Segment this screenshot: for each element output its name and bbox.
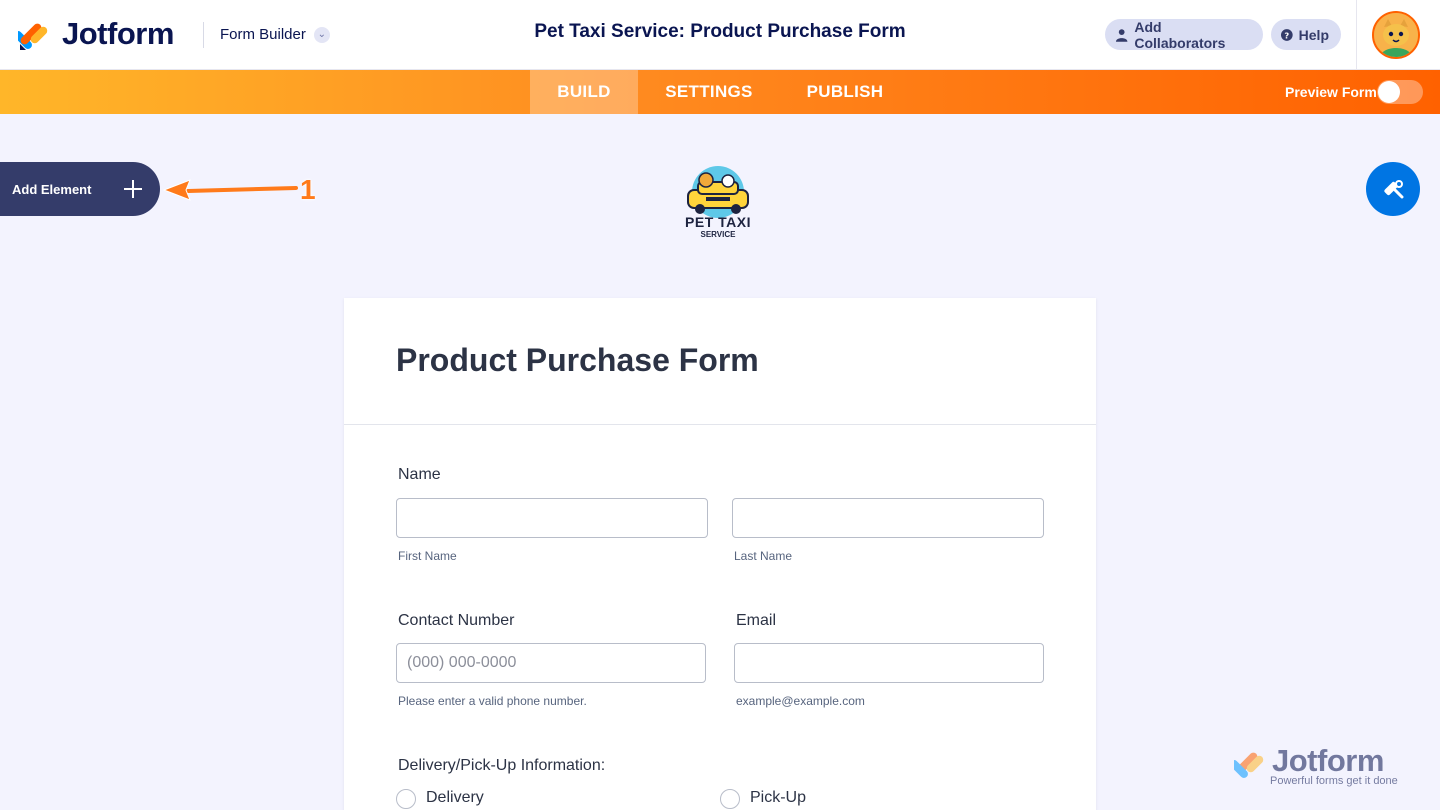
chevron-down-icon: ⌄ (313, 26, 330, 43)
header-divider (203, 22, 204, 48)
pickup-option-label[interactable]: Pick-Up (750, 789, 806, 807)
avatar[interactable] (1372, 11, 1420, 59)
tab-settings[interactable]: SETTINGS (650, 70, 768, 114)
help-label: Help (1298, 26, 1329, 43)
watermark-brand: Jotform (1272, 743, 1384, 778)
header-divider-right (1356, 0, 1357, 70)
jotform-watermark-icon (1234, 752, 1264, 778)
pet-taxi-logo: PET TAXI SERVICE (676, 164, 760, 244)
delivery-option-label[interactable]: Delivery (426, 789, 484, 807)
annotation-arrow-icon (162, 179, 298, 201)
form-header: Product Purchase Form (344, 298, 1096, 425)
email-input[interactable] (734, 643, 1044, 683)
user-icon (1115, 28, 1128, 42)
first-name-sublabel: First Name (398, 549, 457, 563)
form-builder-label: Form Builder (220, 26, 306, 43)
add-element-label: Add Element (12, 181, 92, 197)
last-name-sublabel: Last Name (734, 549, 793, 563)
jotform-logo-text: Jotform (62, 16, 174, 51)
contact-number-label: Contact Number (398, 612, 515, 629)
name-label: Name (398, 466, 441, 483)
pet-taxi-logo-text: PET TAXI (685, 214, 751, 230)
pickup-radio[interactable] (720, 789, 740, 809)
add-collaborators-label: Add Collaborators (1134, 18, 1226, 51)
paint-roller-icon (1384, 180, 1404, 199)
pet-taxi-logo-subtext: SERVICE (700, 230, 736, 239)
tab-build[interactable]: BUILD (530, 70, 638, 114)
preview-form-toggle[interactable] (1377, 80, 1423, 104)
form-builder-dropdown[interactable]: Form Builder ⌄ (220, 26, 330, 43)
form-designer-button[interactable] (1366, 162, 1420, 216)
watermark-tagline: Powerful forms get it done (1270, 775, 1398, 787)
help-icon: ? (1281, 28, 1293, 41)
form-card: Product Purchase Form Name First Name La… (344, 298, 1096, 810)
help-button[interactable]: ? Help (1271, 19, 1341, 50)
svg-text:?: ? (1284, 30, 1289, 40)
jotform-watermark: Jotform Powerful forms get it done (1234, 743, 1414, 793)
add-collaborators-button[interactable]: Add Collaborators (1105, 18, 1263, 51)
tab-publish[interactable]: PUBLISH (790, 70, 900, 114)
annotation-number: 1 (300, 174, 316, 205)
contact-number-input[interactable]: (000) 000-0000 (396, 643, 706, 683)
form-heading[interactable]: Product Purchase Form (396, 342, 759, 379)
delivery-radio[interactable] (396, 789, 416, 809)
add-element-button[interactable]: Add Element (0, 162, 160, 216)
avatar-cat-icon (1374, 13, 1418, 57)
delivery-pickup-label: Delivery/Pick-Up Information: (398, 757, 606, 774)
top-header: Jotform Form Builder ⌄ Pet Taxi Service:… (0, 0, 1440, 70)
preview-form-label: Preview Form (1285, 84, 1377, 100)
email-sublabel: example@example.com (736, 694, 865, 708)
builder-nav-bar: BUILD SETTINGS PUBLISH Preview Form (0, 70, 1440, 114)
plus-icon (124, 180, 142, 198)
jotform-logo-icon (14, 18, 50, 50)
jotform-logo[interactable]: Jotform (14, 16, 174, 52)
contact-number-sublabel: Please enter a valid phone number. (398, 694, 587, 708)
last-name-input[interactable] (732, 498, 1044, 538)
toggle-knob (1378, 81, 1400, 103)
first-name-input[interactable] (396, 498, 708, 538)
email-label: Email (736, 612, 777, 629)
form-title-text[interactable]: Pet Taxi Service: Product Purchase Form (534, 21, 905, 42)
